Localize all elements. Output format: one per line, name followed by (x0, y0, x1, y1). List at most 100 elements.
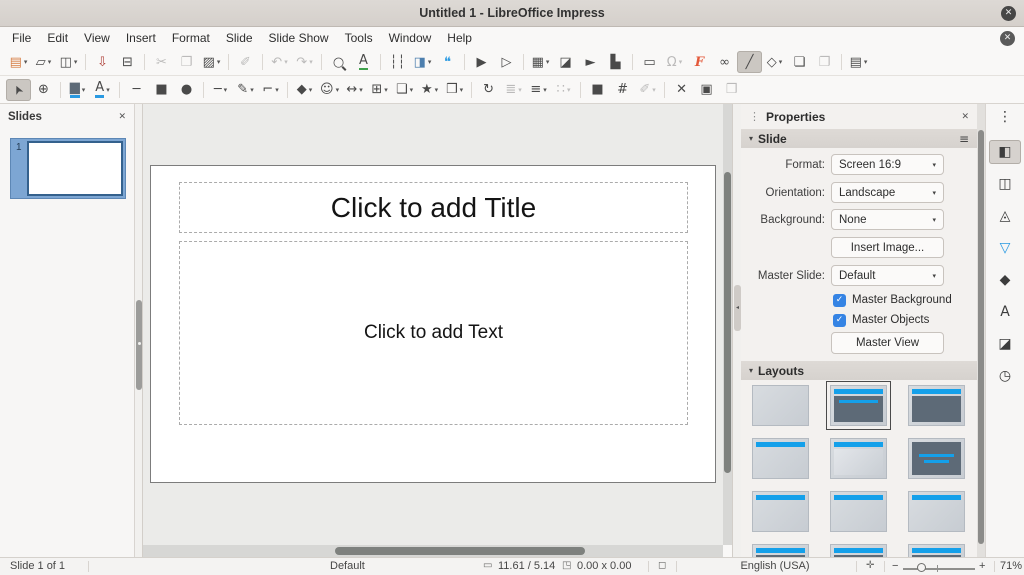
3d-objects-button[interactable]: ❒▾ (442, 79, 467, 101)
master-background-checkbox[interactable]: ✓ (833, 294, 846, 307)
master-slide-dropdown[interactable]: Default ▾ (831, 265, 944, 286)
menu-file[interactable]: File (4, 28, 39, 48)
save-button[interactable]: ◫▾ (56, 51, 81, 73)
layout-title-only[interactable] (830, 438, 887, 479)
layout-two-content-over-content[interactable] (908, 491, 965, 532)
menu-edit[interactable]: Edit (39, 28, 76, 48)
copy-button[interactable]: ❐ (174, 51, 199, 73)
object-size-status[interactable]: 0.00 x 0.00 (577, 560, 631, 572)
fit-slide-icon[interactable]: ✛ (866, 560, 874, 571)
unsaved-changes-icon[interactable]: ◻ (658, 560, 666, 571)
splitter-grip[interactable] (136, 300, 142, 390)
menu-tools[interactable]: Tools (337, 28, 381, 48)
insert-image-button[interactable]: Insert Image... (831, 237, 944, 258)
line-button[interactable]: ─ (124, 79, 149, 101)
hyperlink-button[interactable]: ∞ (712, 51, 737, 73)
fill-color-button[interactable]: ▆▾ (65, 79, 90, 101)
tab-navigator[interactable]: ◷ (989, 364, 1021, 388)
properties-scrollbar-thumb[interactable] (978, 130, 984, 544)
clone-formatting-button[interactable]: ✐ (233, 51, 258, 73)
slide-thumbnail-1[interactable]: 1 (10, 138, 126, 199)
format-dropdown[interactable]: Screen 16:9 ▾ (831, 154, 944, 175)
line-color-button[interactable]: A▾ (90, 79, 115, 101)
cursor-position-status[interactable]: 11.61 / 5.14 (498, 560, 555, 572)
insert-line-button[interactable]: ╱ (737, 51, 762, 73)
block-arrows-button[interactable]: ↔▾ (342, 79, 367, 101)
document-close-button[interactable]: ✕ (1000, 31, 1015, 46)
section-menu-icon[interactable]: ≡ (959, 132, 969, 146)
tab-animation[interactable]: ◬ (989, 204, 1021, 228)
spelling-button[interactable]: A (351, 51, 376, 73)
layout-title-two-content[interactable] (752, 438, 809, 479)
callout-shapes-button[interactable]: ❑▾ (392, 79, 417, 101)
menu-slide-show[interactable]: Slide Show (261, 28, 337, 48)
layout-content-and-two-content[interactable] (830, 491, 887, 532)
cut-button[interactable]: ✂ (149, 51, 174, 73)
align-objects-button[interactable]: ≣▾ (501, 79, 526, 101)
zoom-out-button[interactable]: − (892, 560, 898, 572)
star-shapes-button[interactable]: ★▾ (417, 79, 442, 101)
menu-slide[interactable]: Slide (218, 28, 261, 48)
sidebar-settings[interactable]: ⋮ (989, 110, 1021, 124)
special-character-button[interactable]: Ω▾ (662, 51, 687, 73)
master-view-button[interactable]: Master View (831, 332, 944, 354)
vertical-scrollbar-thumb[interactable] (724, 172, 731, 473)
title-bar[interactable]: Untitled 1 - LibreOffice Impress ✕ (0, 0, 1024, 27)
language-status[interactable]: English (USA) (700, 560, 850, 572)
zoom-slider-track[interactable] (903, 568, 975, 570)
menu-view[interactable]: View (76, 28, 118, 48)
symbol-shapes-button[interactable]: ☺▾ (317, 79, 342, 101)
move-slide-button[interactable]: ❐ (812, 51, 837, 73)
display-grid-button[interactable]: ┆┆ (385, 51, 410, 73)
slide-canvas[interactable]: Click to add Title Click to add Text (150, 165, 716, 483)
image-filter-button[interactable]: ✐▾ (635, 79, 660, 101)
master-slide-status[interactable]: Default (330, 560, 365, 572)
menu-format[interactable]: Format (164, 28, 218, 48)
layout-four-content[interactable] (830, 544, 887, 557)
tab-properties[interactable]: ◧ (989, 140, 1021, 164)
sidebar-splitter[interactable]: ◂ (732, 104, 741, 557)
shadow-button[interactable]: ■ (585, 79, 610, 101)
properties-scrollbar[interactable] (977, 104, 985, 557)
print-button[interactable]: ⊟ (115, 51, 140, 73)
tab-shapes[interactable]: ◆ (989, 268, 1021, 292)
transformations-button[interactable]: ✕ (669, 79, 694, 101)
insert-chart-button[interactable]: ▙ (603, 51, 628, 73)
undo-button[interactable]: ↶▾ (267, 51, 292, 73)
export-pdf-button[interactable]: ⇩ (90, 51, 115, 73)
slide-count-status[interactable]: Slide 1 of 1 (10, 560, 65, 572)
duplicate-slide-button[interactable]: ❏ (787, 51, 812, 73)
zoom-percent-status[interactable]: 71% (1000, 560, 1022, 572)
rectangle-button[interactable]: ■ (149, 79, 174, 101)
display-views-button[interactable]: ◨▾ (410, 51, 435, 73)
curves-and-polygons-button[interactable]: ✎▾ (233, 79, 258, 101)
insert-comment-button[interactable]: ❝ (435, 51, 460, 73)
open-file-button[interactable]: ▱▾ (31, 51, 56, 73)
find-and-replace-button[interactable]: ○ (326, 51, 351, 73)
redo-button[interactable]: ↷▾ (292, 51, 317, 73)
zoom-pan-button[interactable]: ⊕ (31, 79, 56, 101)
menu-window[interactable]: Window (381, 28, 440, 48)
fontwork-button[interactable]: F (687, 51, 712, 73)
layout-six-content[interactable] (908, 544, 965, 557)
insert-text-box-button[interactable]: ▭ (637, 51, 662, 73)
connectors-button[interactable]: ⌐▾ (258, 79, 283, 101)
background-dropdown[interactable]: None ▾ (831, 209, 944, 230)
ellipse-button[interactable]: ● (174, 79, 199, 101)
tab-gallery[interactable]: ◪ (989, 332, 1021, 356)
crop-image-button[interactable]: # (610, 79, 635, 101)
tab-master-slides[interactable]: ▽ (989, 236, 1021, 260)
slide-properties-button[interactable]: ▤▾ (846, 51, 871, 73)
distribute-selection-button[interactable]: ∷▾ (551, 79, 576, 101)
slide-workspace[interactable]: Click to add Title Click to add Text (143, 104, 723, 545)
paste-button[interactable]: ▨▾ (199, 51, 224, 73)
horizontal-scrollbar-thumb[interactable] (335, 547, 585, 555)
text-placeholder[interactable]: Click to add Text (179, 241, 688, 425)
layout-centered-text[interactable] (908, 438, 965, 479)
layout-content-over-content[interactable] (752, 544, 809, 557)
master-objects-checkbox[interactable]: ✓ (833, 314, 846, 327)
layouts-section-header[interactable]: ▾ Layouts (741, 361, 977, 380)
menu-insert[interactable]: Insert (118, 28, 164, 48)
sidebar-collapse-handle[interactable]: ◂ (734, 285, 741, 331)
horizontal-scrollbar[interactable] (143, 545, 723, 557)
